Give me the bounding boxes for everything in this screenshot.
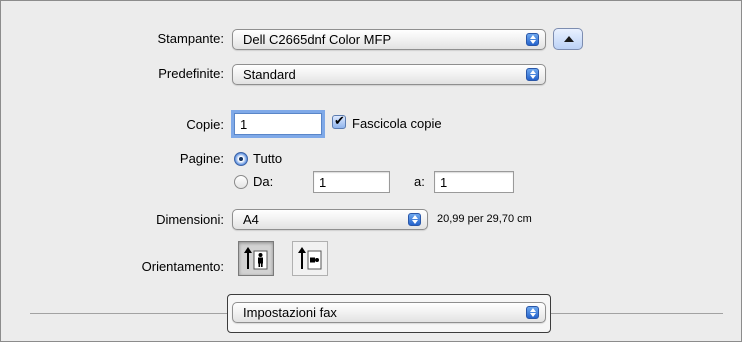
copies-field[interactable]: [234, 113, 322, 135]
collate-label: Fascicola copie: [352, 116, 442, 131]
paper-size-label: Dimensioni:: [156, 212, 224, 227]
pages-to-field[interactable]: [434, 171, 514, 193]
printer-value: Dell C2665dnf Color MFP: [243, 32, 392, 47]
pages-from-field[interactable]: [313, 171, 390, 193]
orientation-landscape-button[interactable]: [292, 241, 328, 276]
paper-size-value: A4: [243, 212, 259, 227]
popup-arrows-icon: [408, 213, 421, 226]
disclosure-button[interactable]: [553, 28, 583, 50]
section-popup[interactable]: Impostazioni fax: [232, 302, 546, 323]
section-value: Impostazioni fax: [243, 305, 337, 320]
pages-label: Pagine:: [179, 151, 224, 166]
pages-range-radio[interactable]: [234, 175, 248, 189]
disclosure-triangle-icon: [564, 36, 574, 42]
popup-arrows-icon: [526, 68, 539, 81]
pages-range-label: Da:: [253, 174, 274, 189]
pages-to-input[interactable]: [435, 172, 513, 192]
landscape-icon: [298, 247, 322, 270]
portrait-icon: [244, 247, 268, 270]
pages-from-input[interactable]: [314, 172, 389, 192]
printer-popup[interactable]: Dell C2665dnf Color MFP: [232, 29, 546, 50]
paper-dimensions: 20,99 per 29,70 cm: [437, 213, 532, 225]
pages-all-radio[interactable]: [234, 152, 248, 166]
copies-input[interactable]: [235, 114, 321, 134]
pages-all-label: Tutto: [253, 151, 283, 166]
orientation-portrait-button[interactable]: [238, 241, 274, 276]
presets-popup[interactable]: Standard: [232, 64, 546, 85]
collate-checkbox[interactable]: [332, 113, 346, 129]
separator-line-left: [30, 313, 227, 314]
separator-line-right: [551, 313, 723, 314]
printer-label: Stampante:: [157, 31, 225, 46]
popup-arrows-icon: [526, 33, 539, 46]
pages-to-label: a:: [414, 174, 425, 189]
orientation-label: Orientamento:: [141, 259, 224, 274]
presets-value: Standard: [243, 67, 296, 82]
presets-label: Predefinite:: [158, 66, 224, 81]
popup-arrows-icon: [526, 306, 539, 319]
paper-size-popup[interactable]: A4: [232, 209, 428, 230]
copies-label: Copie:: [186, 117, 224, 132]
